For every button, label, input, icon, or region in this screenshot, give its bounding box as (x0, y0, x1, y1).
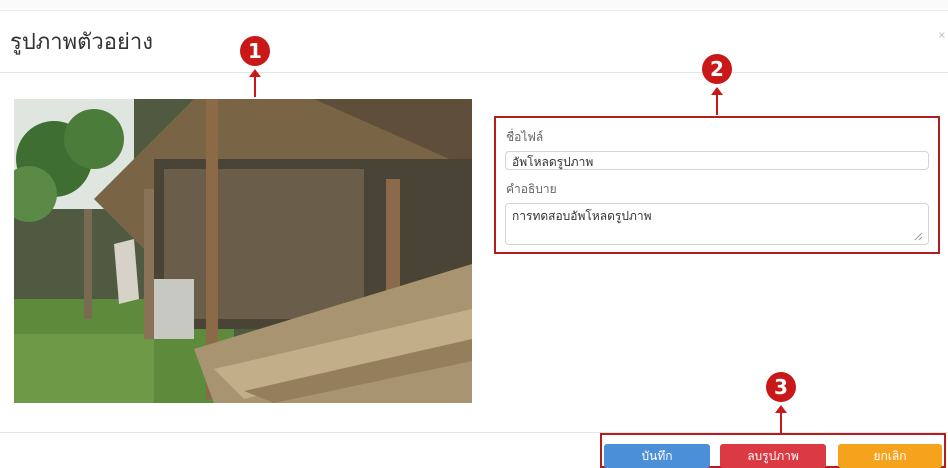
resize-handle-icon[interactable] (913, 231, 923, 241)
delete-image-button[interactable]: ลบรูปภาพ (720, 444, 826, 468)
cancel-button[interactable]: ยกเลิก (838, 444, 942, 468)
preview-image (14, 99, 472, 403)
annotation-marker-1: 1 (240, 36, 270, 66)
annotation-marker-3: 3 (766, 372, 796, 402)
buttons-highlight: บันทึก ลบรูปภาพ ยกเลิก (600, 433, 946, 468)
filename-label: ชื่อไฟล์ (506, 130, 544, 144)
description-text: การทดสอบอัพโหลดรูปภาพ (512, 209, 652, 223)
annotation-arrow-3 (775, 405, 787, 433)
annotation-arrow-1 (249, 69, 261, 97)
close-icon[interactable]: × (938, 30, 946, 41)
header-divider (0, 72, 948, 73)
save-button[interactable]: บันทึก (604, 444, 710, 468)
annotation-marker-2: 2 (702, 54, 732, 84)
filename-input[interactable]: อัพโหลดรูปภาพ (505, 151, 929, 170)
form-highlight: ชื่อไฟล์ อัพโหลดรูปภาพ คำอธิบาย การทดสอบ… (494, 116, 940, 254)
annotation-arrow-2 (711, 87, 723, 115)
modal-title: รูปภาพตัวอย่าง (10, 30, 153, 55)
description-textarea[interactable]: การทดสอบอัพโหลดรูปภาพ (505, 203, 929, 245)
description-label: คำอธิบาย (506, 182, 557, 196)
top-strip (0, 0, 948, 11)
